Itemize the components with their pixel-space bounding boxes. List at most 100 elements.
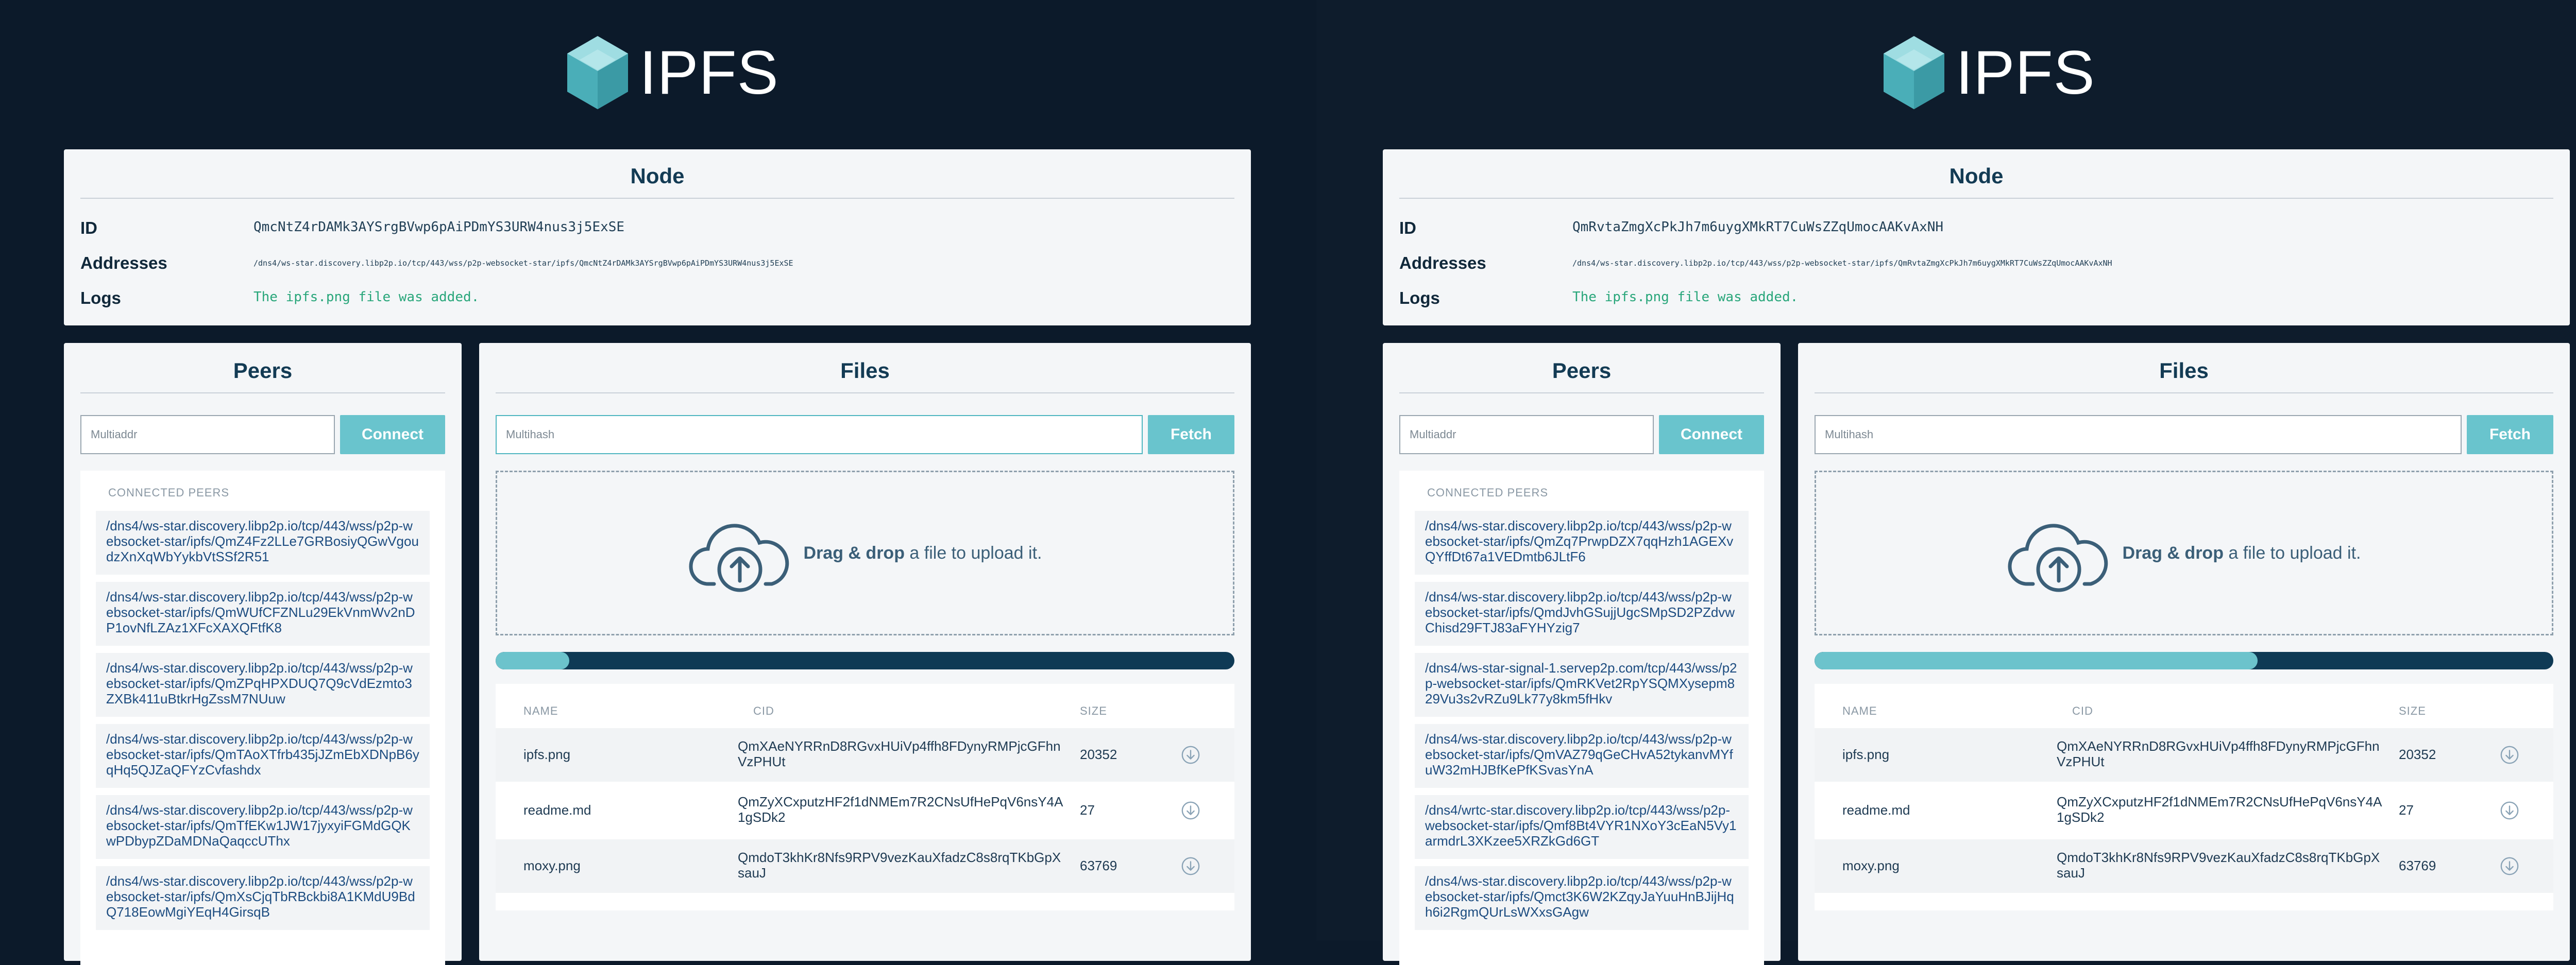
col-size-header: SIZE: [1080, 704, 1107, 717]
peer-item[interactable]: /dns4/ws-star.discovery.libp2p.io/tcp/44…: [96, 724, 430, 788]
peer-item[interactable]: /dns4/ws-star.discovery.libp2p.io/tcp/44…: [96, 653, 430, 717]
brand-title: IPFS: [639, 38, 779, 107]
peers-card: Peers Multiaddr Connect CONNECTED PEERS …: [1383, 343, 1781, 965]
file-name: moxy.png: [1842, 858, 1900, 873]
connected-peers-list: CONNECTED PEERS /dns4/ws-star.discovery.…: [80, 471, 445, 965]
peers-divider: [1399, 392, 1764, 393]
node-title: Node: [1949, 164, 2004, 188]
file-size: 63769: [2399, 858, 2436, 873]
file-dropzone[interactable]: Drag & drop a file to upload it.: [1815, 471, 2553, 635]
node-logs-label: Logs: [80, 288, 121, 307]
col-size-header: SIZE: [2399, 704, 2426, 717]
ipfs-logo-icon: [567, 36, 628, 109]
upload-progress-fill: [496, 652, 570, 669]
upload-progress-fill: [1815, 652, 2258, 669]
multihash-input[interactable]: Multihash: [496, 415, 1143, 454]
node-title: Node: [630, 164, 685, 188]
files-table: NAME CID SIZE ipfs.png QmXAeNYRRnD8RGvxH…: [1815, 684, 2553, 910]
file-name: readme.md: [1842, 802, 1910, 818]
files-title: Files: [2159, 358, 2209, 383]
table-row: readme.md QmZyXCxputzHF2f1dNMEm7R2CNsUfH…: [1815, 784, 2553, 837]
peer-item[interactable]: /dns4/ws-star.discovery.libp2p.io/tcp/44…: [96, 795, 430, 859]
peer-item[interactable]: /dns4/ws-star-signal-1.servep2p.com/tcp/…: [1415, 653, 1749, 717]
peers-title: Peers: [233, 358, 293, 383]
file-cid[interactable]: QmZyXCxputzHF2f1dNMEm7R2CNsUfHePqV6nsY4A…: [738, 794, 1067, 825]
peer-item[interactable]: /dns4/ws-star.discovery.libp2p.io/tcp/44…: [1415, 724, 1749, 788]
col-name-header: NAME: [523, 704, 558, 717]
peer-item[interactable]: /dns4/ws-star.discovery.libp2p.io/tcp/44…: [96, 582, 430, 646]
node-id-label: ID: [80, 218, 97, 237]
col-cid-header: CID: [2072, 704, 2093, 717]
files-divider: [1815, 392, 2553, 393]
connect-button[interactable]: Connect: [1659, 415, 1764, 454]
peers-divider: [80, 392, 445, 393]
file-name: readme.md: [523, 802, 591, 818]
files-card: Files Multihash Fetch Drag & drop a file…: [1798, 343, 2570, 961]
connected-peers-heading: CONNECTED PEERS: [1427, 486, 1549, 499]
file-dropzone[interactable]: Drag & drop a file to upload it.: [496, 471, 1234, 635]
node-card: Node ID QmRvtaZmgXcPkJh7m6uygXMkRT7CuWsZ…: [1383, 149, 2570, 325]
brand-header: IPFS: [1880, 34, 2095, 111]
node-addresses-label: Addresses: [80, 253, 167, 272]
dropzone-bold: Drag & drop: [803, 543, 905, 563]
file-cid[interactable]: QmXAeNYRRnD8RGvxHUiVp4ffh8FDynyRMPjcGFhn…: [738, 738, 1067, 769]
cloud-upload-icon: [2008, 524, 2108, 592]
file-size: 27: [1080, 802, 1095, 818]
peer-item[interactable]: /dns4/ws-star.discovery.libp2p.io/tcp/44…: [96, 866, 430, 930]
node-logs-value: The ipfs.png file was added.: [1572, 289, 1799, 305]
connected-peers-heading: CONNECTED PEERS: [108, 486, 230, 499]
peers-card: Peers Multiaddr Connect CONNECTED PEERS …: [64, 343, 462, 965]
file-size: 27: [2399, 802, 2414, 818]
file-cid[interactable]: QmdoT3khKr8Nfs9RPV9vezKauXfadzC8s8rqTKbG…: [738, 850, 1067, 881]
brand-title: IPFS: [1956, 38, 2095, 107]
download-icon[interactable]: [1181, 856, 1200, 876]
dropzone-text: Drag & drop a file to upload it.: [804, 543, 1042, 563]
peer-item[interactable]: /dns4/ws-star.discovery.libp2p.io/tcp/44…: [1415, 866, 1749, 930]
file-cid[interactable]: QmdoT3khKr8Nfs9RPV9vezKauXfadzC8s8rqTKbG…: [2057, 850, 2386, 881]
node-addresses-value: /dns4/ws-star.discovery.libp2p.io/tcp/44…: [253, 259, 793, 268]
dropzone-bold: Drag & drop: [2122, 543, 2224, 563]
peer-item[interactable]: /dns4/ws-star.discovery.libp2p.io/tcp/44…: [96, 511, 430, 575]
dropzone-rest: a file to upload it.: [2223, 543, 2361, 563]
download-icon[interactable]: [1181, 801, 1200, 820]
file-cid[interactable]: QmZyXCxputzHF2f1dNMEm7R2CNsUfHePqV6nsY4A…: [2057, 794, 2386, 825]
table-row: readme.md QmZyXCxputzHF2f1dNMEm7R2CNsUfH…: [496, 784, 1234, 837]
file-name: moxy.png: [523, 858, 581, 873]
multiaddr-input[interactable]: Multiaddr: [80, 415, 335, 454]
col-cid-header: CID: [753, 704, 774, 717]
download-icon[interactable]: [2500, 856, 2519, 876]
cloud-upload-icon: [689, 524, 789, 592]
table-row: moxy.png QmdoT3khKr8Nfs9RPV9vezKauXfadzC…: [496, 839, 1234, 893]
download-icon[interactable]: [2500, 745, 2519, 765]
file-cid[interactable]: QmXAeNYRRnD8RGvxHUiVp4ffh8FDynyRMPjcGFhn…: [2057, 738, 2386, 769]
peer-item[interactable]: /dns4/ws-star.discovery.libp2p.io/tcp/44…: [1415, 511, 1749, 575]
peer-item[interactable]: /dns4/wrtc-star.discovery.libp2p.io/tcp/…: [1415, 795, 1749, 859]
right-app-pane: IPFS Node ID QmRvtaZmgXcPkJh7m6uygXMkRT7…: [1316, 0, 2576, 965]
fetch-button[interactable]: Fetch: [1148, 415, 1234, 454]
multiaddr-input[interactable]: Multiaddr: [1399, 415, 1654, 454]
file-size: 63769: [1080, 858, 1117, 873]
peer-item[interactable]: /dns4/ws-star.discovery.libp2p.io/tcp/44…: [1415, 582, 1749, 646]
files-table: NAME CID SIZE ipfs.png QmXAeNYRRnD8RGvxH…: [496, 684, 1234, 910]
file-size: 20352: [2399, 747, 2436, 762]
multihash-input[interactable]: Multihash: [1815, 415, 2462, 454]
connect-button[interactable]: Connect: [340, 415, 445, 454]
node-divider: [80, 198, 1234, 199]
connected-peers-list: CONNECTED PEERS /dns4/ws-star.discovery.…: [1399, 471, 1764, 965]
node-addresses-value: /dns4/ws-star.discovery.libp2p.io/tcp/44…: [1572, 259, 2112, 268]
download-icon[interactable]: [2500, 801, 2519, 820]
fetch-button[interactable]: Fetch: [2467, 415, 2553, 454]
file-name: ipfs.png: [1842, 747, 1890, 762]
peers-title: Peers: [1552, 358, 1612, 383]
brand-header: IPFS: [564, 34, 779, 111]
table-row: ipfs.png QmXAeNYRRnD8RGvxHUiVp4ffh8FDyny…: [496, 728, 1234, 782]
node-id-value: QmRvtaZmgXcPkJh7m6uygXMkRT7CuWsZZqUmocAA…: [1572, 219, 1944, 235]
upload-progress-bar: [496, 652, 1234, 669]
node-logs-label: Logs: [1399, 288, 1440, 307]
file-name: ipfs.png: [523, 747, 571, 762]
node-card: Node ID QmcNtZ4rDAMk3AYSrgBVwp6pAiPDmYS3…: [64, 149, 1251, 325]
left-app-pane: IPFS Node ID QmcNtZ4rDAMk3AYSrgBVwp6pAiP…: [0, 0, 1316, 965]
dropzone-text: Drag & drop a file to upload it.: [2123, 543, 2361, 563]
files-card: Files Multihash Fetch Drag & drop a file…: [479, 343, 1251, 961]
download-icon[interactable]: [1181, 745, 1200, 765]
